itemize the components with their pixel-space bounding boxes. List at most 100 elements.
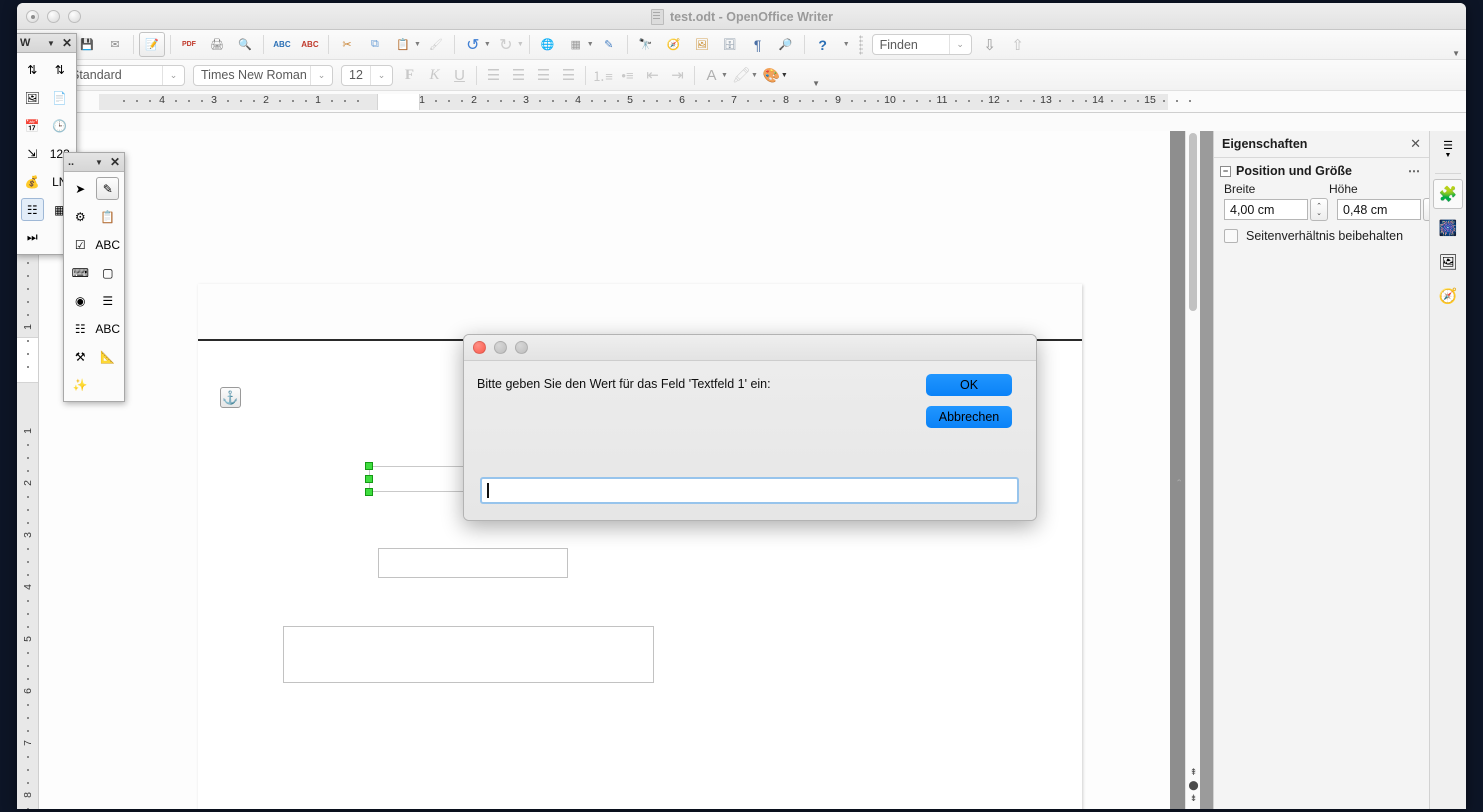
toolbar-title-bar-2[interactable]: .. ▼ ✕ [64, 153, 124, 172]
keep-ratio-checkbox[interactable] [1224, 229, 1238, 243]
close-icon[interactable]: ✕ [110, 155, 120, 169]
ok-button[interactable]: OK [926, 374, 1012, 396]
cut-button[interactable]: ✂ [334, 32, 360, 57]
chevron-down-icon[interactable]: ▼ [781, 72, 788, 79]
keep-ratio-checkbox-row[interactable]: Seitenverhältnis beibehalten [1224, 229, 1421, 243]
close-icon[interactable]: ✕ [1410, 136, 1421, 152]
nav-select-icon[interactable]: ⬤ [1188, 779, 1199, 792]
scroll-bar-button[interactable]: ⇅ [48, 58, 71, 81]
height-spinner[interactable]: 0,48 cm ⌃⌄ [1337, 198, 1441, 221]
sidebar-tab-styles[interactable]: 🖼 [1433, 247, 1463, 277]
font-name-combo[interactable]: Times New Roman ⌄ [193, 64, 333, 86]
toolbar-overflow-icon-3[interactable]: ▼ [812, 79, 820, 88]
insert-table-button[interactable]: ▦ [563, 32, 589, 57]
cancel-button[interactable]: Abbrechen [926, 406, 1012, 428]
navigation-bar-button[interactable]: ⏭ [21, 226, 44, 249]
form-field-textfeld-3[interactable] [283, 626, 654, 683]
paragraph-style-combo[interactable]: Standard ⌄ [63, 64, 185, 86]
vertical-scrollbar[interactable]: ⇞ ⬤ ⇟ [1185, 131, 1200, 809]
save-button[interactable]: 💾 [74, 32, 100, 57]
close-icon[interactable]: ✕ [62, 36, 72, 50]
label-field-button[interactable]: ABC [95, 233, 120, 256]
field-value-input[interactable] [480, 477, 1019, 504]
data-sources-button[interactable]: 🗄 [717, 32, 743, 57]
bold-button[interactable]: F [397, 63, 422, 87]
paste-button[interactable]: 📋 [390, 32, 416, 57]
print-button[interactable]: 🖨 [204, 32, 230, 57]
gallery-button[interactable]: 🖼 [689, 32, 715, 57]
toolbar-grip-2[interactable] [858, 34, 863, 55]
align-justify-button[interactable]: ☰ [556, 63, 581, 87]
form-wizard-button[interactable]: ✨ [69, 373, 92, 396]
find-next-button[interactable]: ⇩ [977, 32, 1003, 57]
chevron-down-icon[interactable]: ⌄ [370, 65, 392, 85]
find-previous-button[interactable]: ⇧ [1005, 32, 1031, 57]
help-button[interactable]: ? [810, 32, 836, 57]
nav-previous-icon[interactable]: ⇞ [1188, 766, 1199, 779]
edit-file-button[interactable]: 📝 [138, 32, 165, 57]
underline-button[interactable]: U [447, 63, 472, 87]
selection-handle[interactable] [365, 488, 373, 496]
text-box-button[interactable]: ⌨ [69, 261, 92, 284]
date-field-button[interactable]: 📅 [21, 114, 44, 137]
formatting-marks-button[interactable]: ¶ [745, 32, 771, 57]
form-field-textfeld-2[interactable] [378, 548, 568, 578]
anchor-icon[interactable]: ⚓ [220, 387, 241, 408]
dialog-close-button[interactable] [473, 341, 486, 354]
selection-handle[interactable] [365, 475, 373, 483]
form-properties-button[interactable]: 📋 [96, 205, 119, 228]
italic-button[interactable]: K [422, 63, 447, 87]
align-right-button[interactable]: ☰ [531, 63, 556, 87]
chevron-down-icon[interactable]: ⌄ [310, 65, 332, 85]
chevron-down-icon[interactable]: ▼ [95, 158, 103, 167]
sidebar-tab-properties[interactable]: 🧩 [1433, 179, 1463, 209]
design-mode-button[interactable]: ✎ [96, 177, 120, 200]
navigation-buttons[interactable]: ⇞ ⬤ ⇟ [1188, 766, 1199, 805]
select-tool-button[interactable]: ➤ [69, 177, 92, 200]
dialog-minimize-button[interactable] [494, 341, 507, 354]
scrollbar-thumb[interactable] [1189, 133, 1197, 311]
check-box-button[interactable]: ☑ [69, 233, 92, 256]
increase-indent-button[interactable]: ⇥ [665, 63, 690, 87]
image-button-button[interactable]: 🖼 [21, 86, 44, 109]
collapse-icon[interactable]: − [1220, 165, 1231, 177]
list-box-button[interactable]: ☰ [96, 289, 119, 312]
horizontal-ruler[interactable]: 4 3 2 1 1 2 3 4 5 6 7 8 9 10 11 12 13 14 15 [17, 91, 1466, 113]
control-properties-button[interactable]: ⚙ [69, 205, 92, 228]
file-selection-button[interactable]: 📄 [48, 86, 71, 109]
more-options-icon[interactable]: ⋯ [1408, 164, 1421, 178]
option-button-button[interactable]: ◉ [69, 289, 92, 312]
navigator-button[interactable]: 🧭 [661, 32, 687, 57]
currency-field-button[interactable]: 💰 [21, 170, 44, 193]
more-controls-button[interactable]: ⚒ [69, 345, 92, 368]
numerical-field-button[interactable]: ⇲ [21, 142, 44, 165]
align-left-button[interactable]: ☰ [481, 63, 506, 87]
find-and-replace-button[interactable]: 🔭 [633, 32, 659, 57]
send-email-button[interactable]: ✉ [102, 32, 128, 57]
show-draw-functions-button[interactable]: ✎ [596, 32, 622, 57]
font-size-combo[interactable]: 12 ⌄ [341, 64, 393, 86]
nav-next-icon[interactable]: ⇟ [1188, 792, 1199, 805]
redo-button[interactable]: ↻ [493, 32, 519, 57]
combo-box-button[interactable]: ☷ [69, 317, 92, 340]
form-design-button[interactable]: 📐 [96, 345, 119, 368]
copy-button[interactable]: ⧉ [362, 32, 388, 57]
sidebar-settings-button[interactable]: ☰ ▼ [1433, 136, 1463, 166]
formatted-field-button[interactable]: ABC [95, 317, 120, 340]
height-input[interactable]: 0,48 cm [1337, 199, 1421, 220]
sidebar-tab-navigator[interactable]: 🧭 [1433, 281, 1463, 311]
hyperlink-button[interactable]: 🌐 [535, 32, 561, 57]
chevron-down-icon[interactable]: ▼ [751, 72, 758, 79]
sidebar-splitter[interactable]: ‹ [1175, 479, 1184, 481]
unordered-list-button[interactable]: •≡ [615, 63, 640, 87]
undo-button[interactable]: ↺ [460, 32, 486, 57]
sidebar-tab-gallery[interactable]: 🎆 [1433, 213, 1463, 243]
ordered-list-button[interactable]: ⒈≡ [590, 63, 615, 87]
chevron-down-icon[interactable]: ▼ [47, 39, 55, 48]
align-center-button[interactable]: ☰ [506, 63, 531, 87]
chevron-down-icon[interactable]: ⌄ [162, 65, 184, 85]
width-stepper[interactable]: ⌃ ⌄ [1310, 198, 1328, 221]
section-header[interactable]: − Position und Größe ⋯ [1220, 164, 1421, 178]
push-button-button[interactable]: ▢ [96, 261, 119, 284]
toolbar-overflow-icon-2[interactable]: ▼ [1452, 49, 1460, 58]
